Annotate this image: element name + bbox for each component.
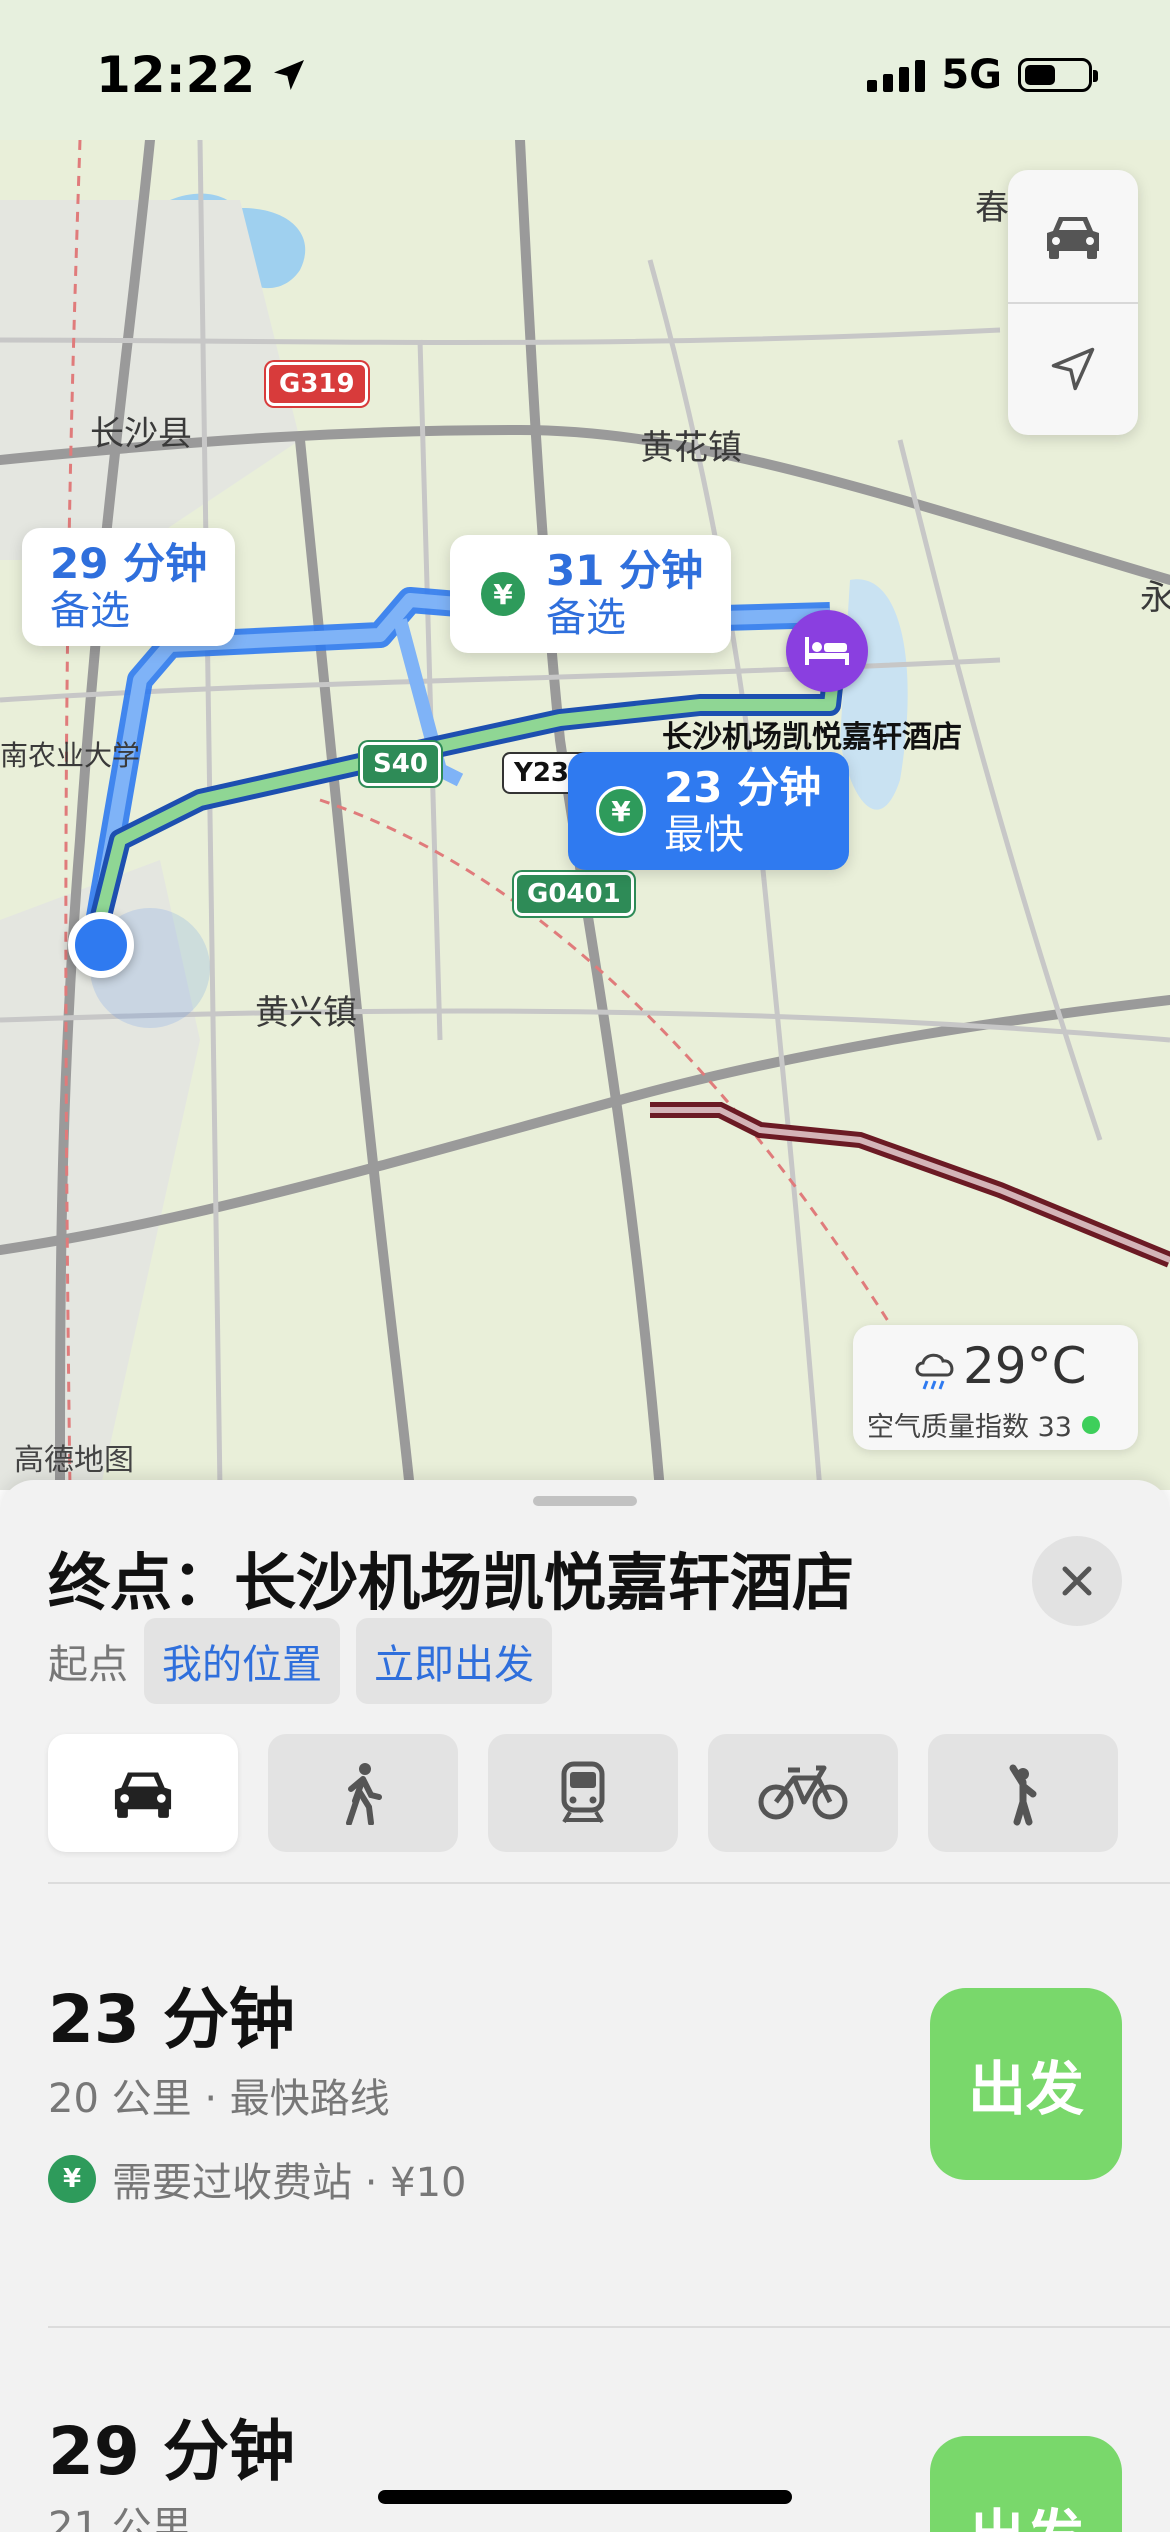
origin-row: 起点 我的位置 立即出发 bbox=[48, 1618, 552, 1704]
status-indicators: 5G bbox=[867, 52, 1098, 98]
air-quality-indicator bbox=[1081, 1415, 1100, 1434]
transit-icon bbox=[561, 1761, 605, 1824]
place-label-agri-university: 南农业大学 bbox=[0, 739, 141, 772]
map-view[interactable]: 长沙县 黄花镇 黄兴镇 春 永 南农业大学 G319 S40 Y236 G040… bbox=[0, 140, 1170, 1490]
callout-time: 23 分钟 bbox=[664, 763, 822, 812]
battery-level bbox=[1025, 65, 1055, 85]
callout-sub: 备选 bbox=[50, 588, 130, 635]
location-arrow-icon bbox=[1051, 348, 1095, 391]
tab-drive[interactable] bbox=[48, 1734, 238, 1852]
car-icon bbox=[114, 1772, 172, 1818]
go-button[interactable]: 出发 bbox=[930, 2436, 1122, 2532]
close-icon bbox=[1062, 1566, 1092, 1596]
poi-label-hotel[interactable]: 长沙机场凯悦嘉轩酒店 bbox=[662, 712, 962, 756]
place-label-chun: 春 bbox=[975, 188, 1009, 228]
place-label-changsha-county: 长沙县 bbox=[90, 414, 192, 454]
clock: 12:22 bbox=[96, 46, 256, 104]
origin-my-location-button[interactable]: 我的位置 bbox=[144, 1618, 340, 1704]
walk-icon bbox=[346, 1763, 382, 1825]
directions-sheet: 终点：长沙机场凯悦嘉轩酒店 起点 我的位置 立即出发 23 分钟 20 公里 ·… bbox=[0, 1480, 1170, 2532]
callout-text: 31 分钟 备选 bbox=[546, 546, 704, 642]
air-quality-label: 空气质量指数 33 bbox=[867, 1412, 1072, 1443]
cloud-rain-icon bbox=[915, 1353, 954, 1390]
go-button[interactable]: 出发 bbox=[930, 1988, 1122, 2180]
maps-directions-screen: 12:22 5G 长沙县 黄花镇 黄兴镇 春 永 南农业大学 G319 S40 … bbox=[0, 0, 1170, 2532]
toll-yen-icon: ¥ bbox=[596, 786, 646, 837]
toll-yen-icon: ¥ bbox=[48, 2155, 96, 2203]
place-label-huangxing: 黄兴镇 bbox=[255, 993, 357, 1033]
place-label-huanghua: 黄花镇 bbox=[640, 428, 742, 468]
close-button[interactable] bbox=[1032, 1536, 1122, 1626]
ride-hail-icon bbox=[1009, 1764, 1037, 1826]
callout-time: 29 分钟 bbox=[50, 539, 208, 588]
route-callout-alt-2[interactable]: ¥ 31 分钟 备选 bbox=[450, 535, 732, 654]
tab-transit[interactable] bbox=[488, 1734, 678, 1852]
callout-sub: 备选 bbox=[546, 595, 626, 642]
route-toll-info: ¥ 需要过收费站 · ¥10 bbox=[48, 2150, 467, 2208]
current-location-dot bbox=[68, 912, 134, 978]
sheet-grabber[interactable] bbox=[533, 1496, 637, 1506]
battery-icon bbox=[1018, 58, 1098, 92]
bike-icon bbox=[758, 1765, 848, 1820]
origin-label: 起点 bbox=[48, 1642, 128, 1688]
callout-sub: 最快 bbox=[664, 812, 744, 859]
tab-walk[interactable] bbox=[268, 1734, 458, 1852]
status-bar: 12:22 5G bbox=[0, 0, 1170, 140]
route-option-1[interactable]: 23 分钟 20 公里 · 最快路线 ¥ 需要过收费站 · ¥10 出发 bbox=[0, 1882, 1170, 2322]
car-icon bbox=[1047, 216, 1099, 259]
destination-title: 终点：长沙机场凯悦嘉轩酒店 bbox=[48, 1546, 855, 1619]
road-shield-g319: G319 bbox=[266, 362, 368, 406]
location-services-icon bbox=[274, 60, 305, 90]
bed-icon bbox=[805, 637, 849, 665]
weather-temperature: 29°C bbox=[963, 1337, 1087, 1395]
hotel-pin[interactable] bbox=[786, 610, 868, 692]
tab-bike[interactable] bbox=[708, 1734, 898, 1852]
recenter-button[interactable] bbox=[1008, 301, 1138, 436]
map-controls bbox=[1008, 170, 1138, 435]
route-distance: 21 公里 bbox=[48, 2504, 192, 2532]
network-type: 5G bbox=[941, 52, 1002, 98]
road-shield-g0401: G0401 bbox=[514, 872, 634, 916]
route-distance: 20 公里 · 最快路线 bbox=[48, 2076, 390, 2122]
home-indicator[interactable] bbox=[378, 2490, 792, 2504]
route-callout-alt-1[interactable]: 29 分钟 备选 bbox=[22, 528, 236, 647]
toll-yen-icon: ¥ bbox=[478, 569, 528, 620]
road-shield-s40: S40 bbox=[360, 742, 441, 786]
callout-text: 29 分钟 备选 bbox=[50, 539, 208, 635]
cellular-signal-icon bbox=[867, 58, 926, 92]
route-duration: 23 分钟 bbox=[48, 1981, 295, 2058]
depart-now-button[interactable]: 立即出发 bbox=[356, 1618, 552, 1704]
map-provider-watermark: 高德地图 bbox=[14, 1443, 134, 1478]
status-time-group: 12:22 bbox=[96, 46, 309, 104]
transport-mode-tabs bbox=[48, 1734, 1118, 1852]
weather-card[interactable]: 29°C 空气质量指数 33 bbox=[853, 1325, 1138, 1450]
map-mode-button[interactable] bbox=[1008, 170, 1138, 302]
route-toll-text: 需要过收费站 · ¥10 bbox=[112, 2160, 467, 2206]
air-quality-row: 空气质量指数 33 bbox=[867, 1405, 1100, 1444]
place-label-yong: 永 bbox=[1140, 578, 1170, 618]
route-callout-fastest[interactable]: ¥ 23 分钟 最快 bbox=[568, 752, 850, 871]
callout-time: 31 分钟 bbox=[546, 546, 704, 595]
route-duration: 29 分钟 bbox=[48, 2413, 295, 2490]
tab-ride-hail[interactable] bbox=[928, 1734, 1118, 1852]
callout-text: 23 分钟 最快 bbox=[664, 763, 822, 859]
